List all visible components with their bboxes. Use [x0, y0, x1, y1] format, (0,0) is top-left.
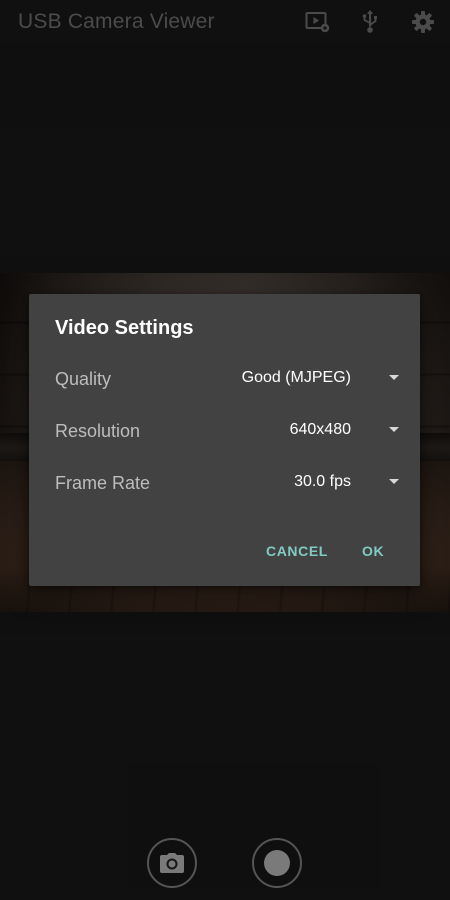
take-photo-button[interactable]	[147, 838, 197, 888]
resolution-row: Resolution 640x480	[29, 411, 420, 451]
ok-button[interactable]: OK	[362, 543, 384, 559]
dropdown-arrow-icon	[389, 427, 399, 432]
video-settings-dialog: Video Settings Quality Good (MJPEG) Reso…	[29, 294, 420, 586]
dialog-title: Video Settings	[55, 317, 194, 339]
cancel-button[interactable]: CANCEL	[266, 543, 328, 559]
quality-row: Quality Good (MJPEG)	[29, 359, 420, 399]
camera-icon	[160, 853, 184, 873]
quality-select[interactable]: Good (MJPEG)	[219, 363, 399, 395]
quality-value: Good (MJPEG)	[241, 369, 351, 386]
resolution-value: 640x480	[289, 421, 351, 438]
record-button[interactable]	[252, 838, 302, 888]
dropdown-arrow-icon	[389, 479, 399, 484]
frame-rate-select[interactable]: 30.0 fps	[219, 467, 399, 499]
resolution-label: Resolution	[55, 421, 141, 441]
quality-label: Quality	[55, 369, 112, 389]
frame-rate-label: Frame Rate	[55, 473, 151, 493]
frame-rate-row: Frame Rate 30.0 fps	[29, 463, 420, 503]
record-icon	[264, 850, 290, 876]
resolution-select[interactable]: 640x480	[219, 415, 399, 447]
dropdown-arrow-icon	[389, 375, 399, 380]
frame-rate-value: 30.0 fps	[294, 473, 351, 490]
